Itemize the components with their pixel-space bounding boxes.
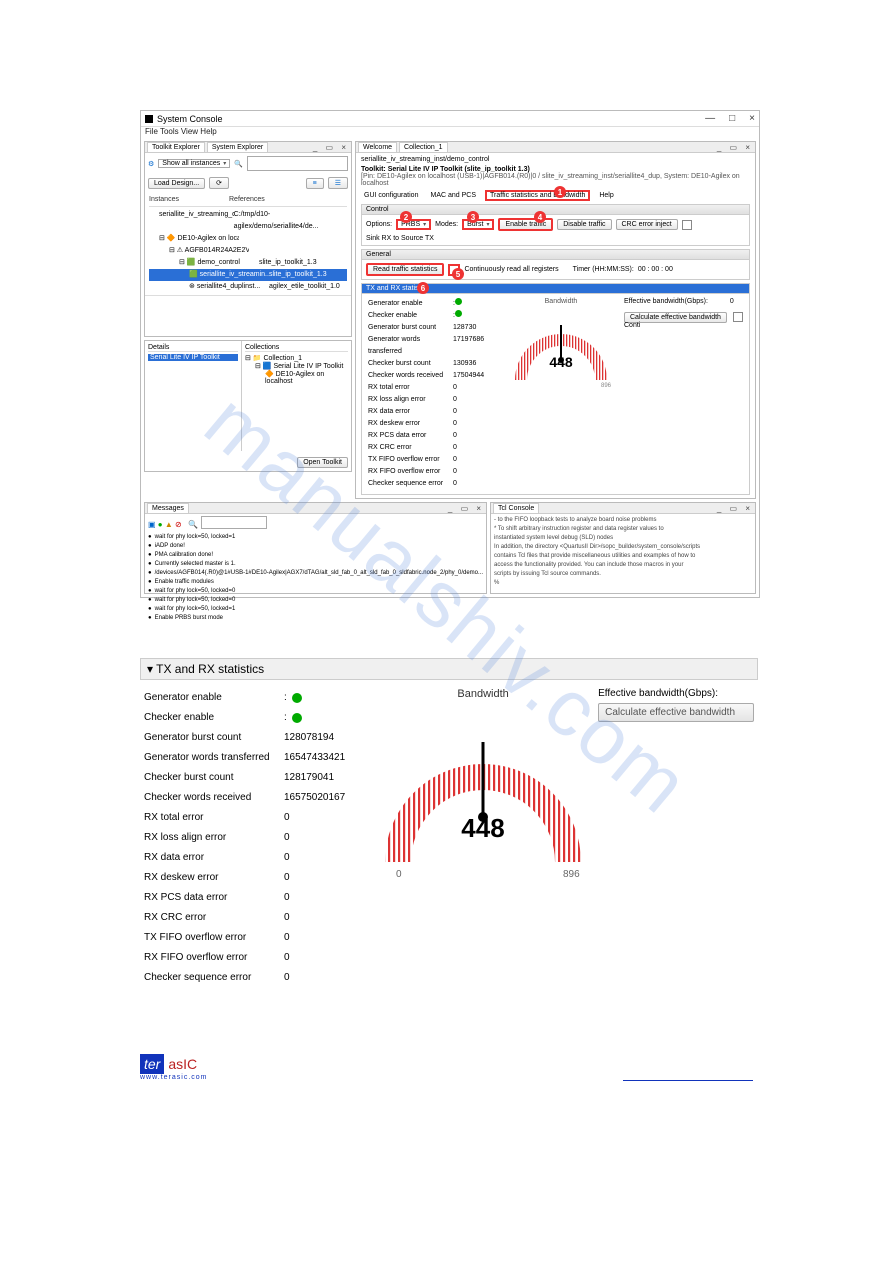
toolkit-subtitle: [Pin: DE10-Agilex on localhost (USB-1)|A… — [361, 173, 750, 187]
page-footer: terasIC www.terasic.com — [140, 1056, 753, 1081]
subtab-gui[interactable]: GUI configuration — [361, 192, 421, 199]
conti-checkbox[interactable] — [733, 312, 743, 322]
filter-icon[interactable]: ⚙ — [148, 160, 154, 168]
conti-label: Conti — [624, 322, 640, 329]
detail-title: TX and RX statistics — [156, 662, 264, 676]
detail-eff-label: Effective bandwidth(Gbps): — [598, 688, 754, 699]
main-pane: Welcome Collection_1 _ ▭ × seriallite_iv… — [355, 141, 756, 499]
eff-bw-label: Effective bandwidth(Gbps): — [624, 298, 708, 305]
detail-stats-list: Generator enable: Checker enable: Genera… — [144, 688, 368, 988]
col-references: References — [229, 194, 265, 206]
subtab-help[interactable]: Help — [596, 192, 616, 199]
tab-messages[interactable]: Messages — [147, 503, 189, 513]
toolkit-explorer-pane: Toolkit Explorer System Explorer _ ▭ × ⚙… — [144, 141, 352, 337]
continuous-label: Continuously read all registers — [464, 266, 558, 273]
collection-item[interactable]: Serial Lite IV IP Toolkit — [273, 363, 343, 370]
tab-collection[interactable]: Collection_1 — [399, 142, 448, 152]
minimize-icon[interactable]: — — [705, 113, 715, 124]
marker-2: 2 — [400, 211, 412, 223]
detail-bandwidth-gauge: 448 0 896 — [368, 702, 598, 892]
gen-enable-dot — [292, 693, 302, 703]
chk-enable-dot — [292, 713, 302, 723]
tcl-output[interactable]: - to the FIFO loopback tests to analyze … — [491, 514, 755, 590]
maximize-icon[interactable]: □ — [729, 113, 735, 124]
close-icon[interactable]: × — [749, 113, 755, 124]
disable-traffic-button[interactable]: Disable traffic — [557, 219, 611, 230]
svg-text:448: 448 — [461, 813, 504, 843]
crc-inject-button[interactable]: CRC error inject — [616, 219, 678, 230]
search-icon[interactable]: 🔍 — [234, 160, 243, 168]
sink-label: Sink RX to Source TX — [366, 235, 434, 242]
search-input[interactable] — [247, 156, 348, 171]
pane-controls[interactable]: _ ▭ × — [717, 143, 753, 152]
chk-enable-dot — [455, 310, 462, 317]
collection-item[interactable]: DE10-Agilex on localhost — [265, 371, 324, 385]
general-title: General — [362, 250, 749, 260]
subtab-mac[interactable]: MAC and PCS — [427, 192, 479, 199]
details-pane: Details Serial Lite IV IP Toolkit Collec… — [144, 340, 352, 472]
pane-controls[interactable]: _ ▭ × — [313, 143, 349, 152]
collections-header: Collections — [245, 344, 348, 352]
timer-label: Timer (HH:MM:SS): — [573, 266, 634, 273]
tab-toolkit-explorer[interactable]: Toolkit Explorer — [147, 142, 205, 152]
tcl-console-pane: Tcl Console _ ▭ × - to the FIFO loopback… — [490, 502, 756, 594]
messages-list[interactable]: ●wait for phy lock=50, locked=1 ●iADP do… — [145, 531, 486, 625]
eff-bw-value: 0 — [730, 298, 734, 305]
subtab-traffic[interactable]: Traffic statistics and bandwidth — [485, 190, 590, 201]
view-tree-button[interactable]: ☰ — [328, 177, 348, 189]
col-instances: Instances — [149, 194, 229, 206]
tab-tcl[interactable]: Tcl Console — [493, 503, 539, 513]
instances-tree[interactable]: InstancesReferences seriallite_iv_stream… — [145, 192, 351, 295]
window-title: System Console — [157, 114, 223, 124]
svg-text:896: 896 — [601, 383, 612, 389]
messages-toolbar[interactable]: ▣ ● ▲ ⊘ 🔍 — [145, 514, 486, 531]
sink-checkbox[interactable] — [682, 220, 692, 230]
terasic-logo: terasIC — [140, 1056, 201, 1072]
svg-text:0: 0 — [396, 869, 402, 880]
read-traffic-button[interactable]: Read traffic statistics — [366, 263, 444, 276]
system-console-window: System Console — □ × File Tools View Hel… — [140, 110, 760, 598]
filter-select[interactable]: Show all instances — [158, 159, 230, 168]
general-group: General Read traffic statistics Continuo… — [361, 249, 750, 280]
open-toolkit-button[interactable]: Open Toolkit — [297, 457, 348, 468]
tx-rx-detail-panel: ▾ TX and RX statistics Generator enable:… — [140, 658, 758, 996]
marker-6: 6 — [417, 282, 429, 294]
menubar[interactable]: File Tools View Help — [141, 127, 759, 138]
titlebar: System Console — □ × — [141, 111, 759, 127]
footer-rule — [623, 1080, 753, 1081]
control-title: Control — [362, 205, 749, 215]
footer-url: www.terasic.com — [140, 1074, 208, 1081]
marker-1: 1 — [554, 186, 566, 198]
timer-value: 00 : 00 : 00 — [638, 266, 673, 273]
toolkit-title: Toolkit: Serial Lite IV IP Toolkit (slit… — [361, 166, 530, 173]
marker-5: 5 — [452, 268, 464, 280]
gauge-value: 448 — [549, 354, 573, 370]
svg-text:896: 896 — [563, 869, 580, 880]
collection-root[interactable]: Collection_1 — [263, 355, 302, 362]
modes-label: Modes: — [435, 221, 458, 228]
detail-calc-button[interactable]: Calculate effective bandwidth — [598, 703, 754, 722]
control-group: Control Options: PRBS Modes: Burst Enabl… — [361, 204, 750, 246]
toolkit-path: seriallite_iv_streaming_inst/demo_contro… — [361, 156, 750, 163]
view-list-button[interactable]: ≡ — [306, 178, 324, 189]
gen-enable-dot — [455, 298, 462, 305]
options-label: Options: — [366, 221, 392, 228]
marker-4: 4 — [534, 211, 546, 223]
modes-select[interactable]: Burst — [462, 219, 494, 230]
tab-system-explorer[interactable]: System Explorer — [207, 142, 268, 152]
detail-bw-title: Bandwidth — [457, 688, 508, 700]
app-icon — [145, 115, 153, 123]
tree-row-selected: 🟩 seriallite_iv_streamin...slite_ip_tool… — [149, 269, 347, 281]
tab-welcome[interactable]: Welcome — [358, 142, 397, 152]
marker-3: 3 — [467, 211, 479, 223]
stats-group: TX and RX statistics 6 Generator enable:… — [361, 283, 750, 495]
messages-pane: Messages _ ▭ × ▣ ● ▲ ⊘ 🔍 ●wait for phy l… — [144, 502, 487, 594]
details-selection[interactable]: Serial Lite IV IP Toolkit — [148, 354, 238, 361]
details-header: Details — [148, 344, 238, 352]
bw-title: Bandwidth — [506, 298, 616, 305]
stats-list: Generator enable: Checker enable: Genera… — [368, 298, 498, 490]
refresh-button[interactable]: ⟳ — [209, 177, 229, 189]
bandwidth-gauge: Bandwidth 448 896 — [506, 298, 616, 490]
load-design-button[interactable]: Load Design... — [148, 178, 205, 189]
